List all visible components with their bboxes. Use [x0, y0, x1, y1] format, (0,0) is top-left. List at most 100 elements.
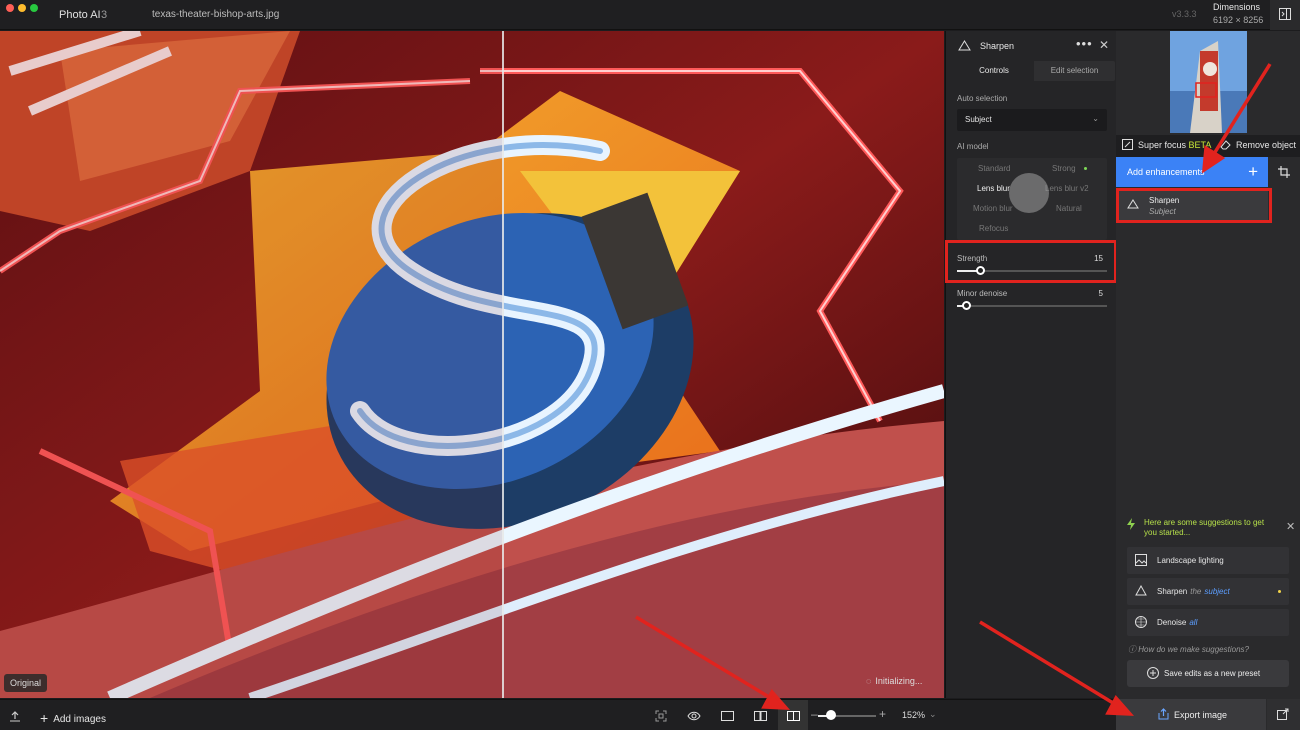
panel-tabs: Controls Edit selection [954, 61, 1115, 81]
suggestion-label: Landscape lighting [1157, 556, 1224, 565]
export-image-button[interactable]: Export image [1116, 699, 1266, 730]
model-refocus[interactable]: Refocus [979, 224, 1008, 233]
maximize-window-button[interactable] [30, 4, 38, 12]
export-icon [1158, 708, 1169, 720]
minor-denoise-label: Minor denoise [957, 289, 1008, 298]
app-version: 3 [101, 9, 108, 21]
save-preset-button[interactable]: Save edits as a new preset [1127, 660, 1289, 687]
how-suggestions-text: How do we make suggestions? [1138, 645, 1249, 654]
model-standard[interactable]: Standard [978, 164, 1010, 173]
neon-sign-photo [0, 31, 944, 698]
export-settings-icon [1277, 708, 1289, 720]
original-label: Original [4, 674, 48, 692]
image-thumbnail[interactable] [1170, 31, 1247, 133]
model-lens-blur[interactable]: Lens blur [977, 184, 1010, 193]
split-view-icon[interactable] [778, 700, 808, 730]
preview-eye-icon[interactable] [679, 700, 709, 730]
how-suggestions-link[interactable]: ⓘ How do we make suggestions? [1128, 644, 1249, 655]
add-enhancements-label: Add enhancements [1127, 167, 1205, 177]
spinner-icon: ◌ [866, 676, 872, 686]
suggestion-denoise[interactable]: Denoise all [1127, 609, 1289, 636]
auto-selection-label: Auto selection [957, 94, 1008, 103]
compare-split-line[interactable] [502, 31, 504, 698]
suggestion-landscape-lighting[interactable]: Landscape lighting [1127, 547, 1289, 574]
minimize-window-button[interactable] [18, 4, 26, 12]
upload-icon[interactable] [0, 700, 30, 730]
minor-denoise-slider-handle[interactable] [962, 301, 971, 310]
suggestion-sub-muted: the [1190, 587, 1202, 596]
close-icon[interactable]: ✕ [1099, 38, 1109, 52]
suggestions-heading: Here are some suggestions to get you sta… [1127, 518, 1278, 538]
model-motion-blur[interactable]: Motion blur [973, 204, 1013, 213]
close-window-button[interactable] [6, 4, 14, 12]
status-initializing: ◌ Initializing... [866, 676, 922, 686]
auto-selection-dropdown[interactable]: Subject ⌄ [957, 109, 1107, 131]
more-options-icon[interactable]: ••• [1076, 36, 1093, 51]
add-enhancements-button[interactable]: Add enhancements + [1116, 157, 1268, 187]
sharpen-settings-panel: Sharpen ••• ✕ Controls Edit selection Au… [945, 31, 1117, 698]
suggestions-heading-text: Here are some suggestions to get you sta… [1144, 518, 1265, 537]
super-focus-label: Super focus [1138, 140, 1187, 150]
tools-row: Super focus BETA Remove object [1116, 135, 1300, 157]
chevron-down-icon: ⌄ [1092, 114, 1099, 123]
add-images-button[interactable]: + Add images [40, 709, 106, 726]
chevron-down-icon[interactable]: ⌄ [929, 709, 937, 720]
landscape-icon [1135, 554, 1147, 566]
file-name: texas-theater-bishop-arts.jpg [152, 9, 280, 20]
suggestion-sub: subject [1204, 587, 1230, 596]
image-canvas[interactable]: Original ◌ Initializing... [0, 31, 944, 698]
side-by-side-icon[interactable] [745, 700, 775, 730]
export-options-button[interactable] [1267, 699, 1300, 730]
recommended-dot [1084, 167, 1087, 170]
tab-controls[interactable]: Controls [954, 61, 1034, 81]
highlight-box-sharpen [1116, 188, 1272, 223]
beta-badge: BETA [1188, 140, 1212, 150]
bottom-toolbar: + Add images – + 152% ⌄ [0, 699, 1116, 730]
status-text: Initializing... [875, 676, 923, 686]
super-focus-button[interactable]: Super focus BETA [1138, 140, 1211, 150]
panel-title: Sharpen [980, 41, 1015, 51]
tab-edit-selection[interactable]: Edit selection [1034, 61, 1115, 81]
info-icon: ⓘ [1128, 645, 1139, 654]
suggestion-label: Denoise all [1157, 618, 1197, 627]
plus-icon: + [1248, 162, 1258, 181]
model-natural[interactable]: Natural [1056, 204, 1082, 213]
suggestion-sharpen[interactable]: Sharpen the subject [1127, 578, 1289, 605]
dimensions-value: 6192 × 8256 [1213, 15, 1264, 25]
suggestion-label: Sharpen the subject [1157, 587, 1230, 596]
minor-denoise-slider[interactable] [957, 301, 1107, 310]
enhancements-panel: Super focus BETA Remove object Add enhan… [1116, 31, 1300, 730]
highlight-box-strength [945, 240, 1117, 283]
zoom-out-icon[interactable]: – [811, 707, 818, 721]
model-strong[interactable]: Strong [1052, 164, 1076, 173]
app-name: Photo AI [59, 9, 101, 21]
panel-toggle-button[interactable] [1270, 0, 1300, 30]
plus-icon: + [40, 710, 49, 726]
minor-denoise-value: 5 [1098, 289, 1103, 298]
add-images-label: Add images [53, 714, 106, 725]
lightning-icon [1127, 518, 1135, 530]
title-bar: Photo AI 3 texas-theater-bishop-arts.jpg… [0, 0, 1300, 30]
close-icon[interactable]: ✕ [1286, 520, 1295, 533]
export-image-label: Export image [1174, 710, 1228, 720]
zoom-in-icon[interactable]: + [879, 707, 886, 721]
suggestion-label-text: Denoise [1157, 618, 1187, 627]
super-focus-icon [1122, 139, 1133, 152]
ai-model-label: AI model [957, 142, 989, 151]
single-view-icon[interactable] [712, 700, 742, 730]
crop-icon[interactable] [1278, 166, 1290, 178]
suggestion-label-text: Sharpen [1157, 587, 1188, 596]
model-lens-blur-v2[interactable]: Lens blur v2 [1045, 184, 1089, 193]
sharpen-triangle-icon [1135, 585, 1147, 596]
save-preset-label: Save edits as a new preset [1164, 669, 1261, 678]
zoom-level[interactable]: 152% [902, 710, 925, 720]
zoom-slider-handle[interactable] [826, 710, 836, 720]
auto-selection-value: Subject [965, 115, 992, 124]
remove-object-button[interactable]: Remove object [1236, 140, 1296, 150]
new-dot [1278, 590, 1281, 593]
fit-screen-icon[interactable] [646, 700, 676, 730]
build-version: v3.3.3 [1172, 9, 1197, 19]
sidebar-icon [1279, 8, 1291, 20]
denoise-icon [1135, 616, 1147, 628]
eraser-icon [1220, 139, 1232, 152]
